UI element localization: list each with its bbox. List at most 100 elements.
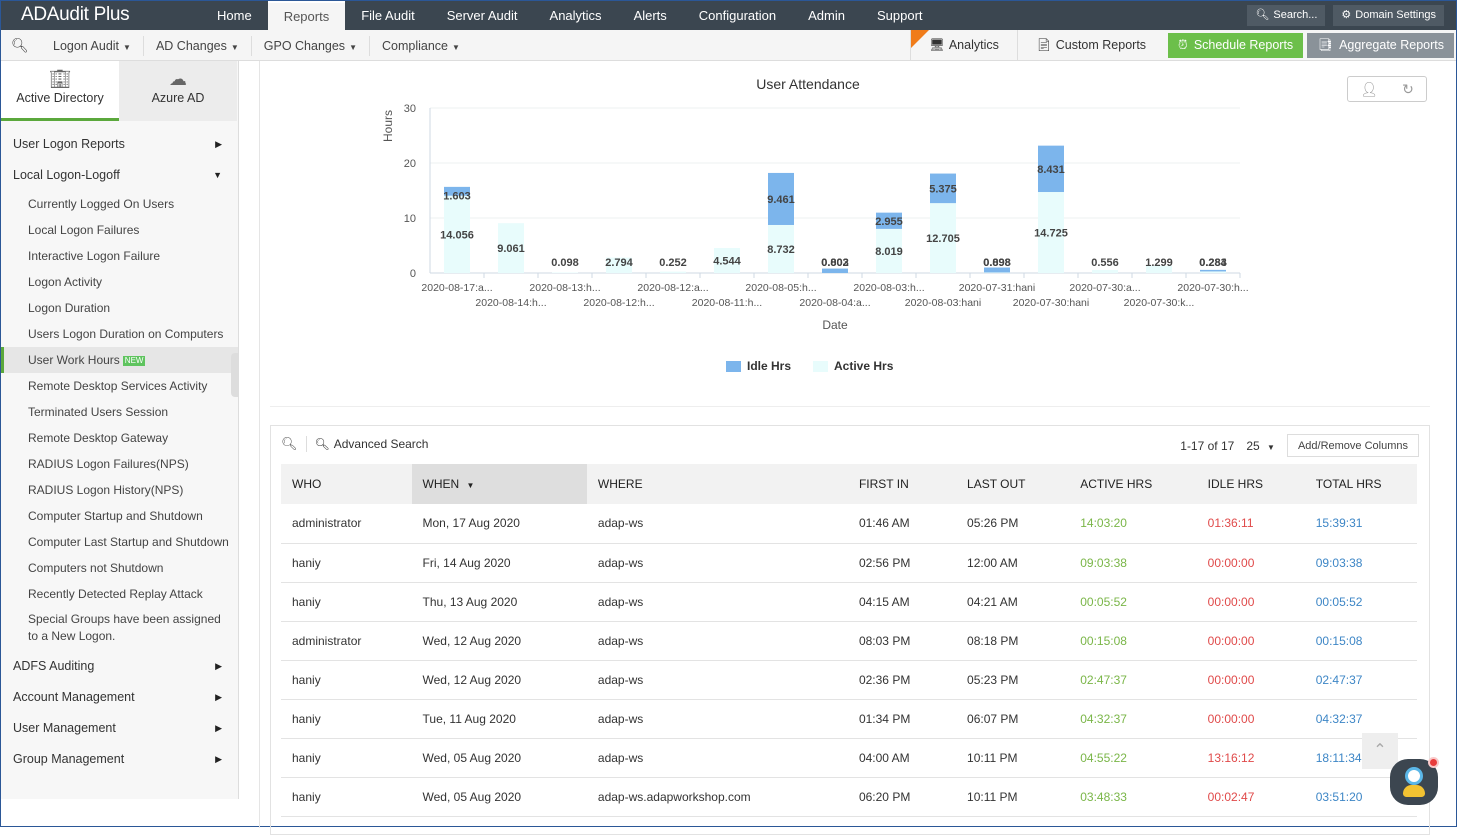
menu-compliance[interactable]: Compliance▼ (370, 36, 472, 56)
x-tick-label: 2020-08-17:a... (421, 282, 492, 294)
nav-tab-analytics[interactable]: Analytics (534, 1, 618, 30)
data-label-active: 14.056 (440, 229, 474, 241)
legend-item-active[interactable]: Active Hrs (813, 359, 893, 373)
x-tick-label: 2020-07-30:a... (1069, 282, 1140, 294)
sidebar-item-special-groups-have-been-assigned-to-a-new-logon[interactable]: Special Groups have been assigned to a N… (1, 607, 221, 651)
sidebar-item-remote-desktop-gateway[interactable]: Remote Desktop Gateway (1, 425, 238, 451)
nav-tab-home[interactable]: Home (201, 1, 268, 30)
nav-tab-support[interactable]: Support (861, 1, 939, 30)
sidebar: 🏢︎ Active Directory ☁ Azure AD User Logo… (1, 61, 239, 799)
nav-tab-file-audit[interactable]: File Audit (345, 1, 430, 30)
nav-tab-server-audit[interactable]: Server Audit (431, 1, 534, 30)
sidebar-item-logon-activity[interactable]: Logon Activity (1, 269, 238, 295)
table-row[interactable]: haniyTue, 11 Aug 2020adap-ws01:34 PM06:0… (281, 699, 1417, 738)
nav-tab-reports[interactable]: Reports (268, 1, 346, 30)
menu-ad-changes[interactable]: AD Changes▼ (144, 36, 252, 56)
aggregate-reports-button[interactable]: 📑︎ Aggregate Reports (1307, 33, 1454, 58)
cell-idle-hrs: 01:36:11 (1197, 504, 1305, 543)
cell-total-hrs: 00:05:52 (1305, 582, 1417, 621)
cell-active-hrs: 04:32:37 (1069, 699, 1196, 738)
analytics-link[interactable]: 🖥︎ Analytics (910, 30, 1017, 61)
new-ribbon-icon (911, 30, 929, 48)
gear-icon: ⚙ (1341, 5, 1351, 26)
custom-reports-link[interactable]: 📄︎ Custom Reports (1017, 30, 1164, 61)
data-label-active: 1.299 (1145, 257, 1173, 269)
column-header-when[interactable]: WHEN ▼ (412, 464, 587, 504)
column-header-first-in[interactable]: FIRST IN (848, 464, 956, 504)
user-filter-icon[interactable]: 👤︎ (1360, 81, 1378, 98)
legend-item-idle[interactable]: Idle Hrs (726, 359, 791, 373)
column-header-active-hrs[interactable]: ACTIVE HRS (1069, 464, 1196, 504)
nav-tab-alerts[interactable]: Alerts (618, 1, 683, 30)
app-logo[interactable]: ADAudit Plus (21, 4, 129, 26)
quick-search-icon[interactable]: 🔍︎ (281, 436, 307, 452)
sidebar-category-user-logon-reports[interactable]: User Logon Reports▶ (1, 129, 238, 160)
cell-idle-hrs: 00:02:47 (1197, 777, 1305, 816)
sidebar-item-radius-logon-failures-nps[interactable]: RADIUS Logon Failures(NPS) (1, 451, 238, 477)
table-row[interactable]: haniyWed, 05 Aug 2020adap-ws04:00 AM10:1… (281, 738, 1417, 777)
sidebar-item-computers-not-shutdown[interactable]: Computers not Shutdown (1, 555, 238, 581)
sidebar-item-interactive-logon-failure[interactable]: Interactive Logon Failure (1, 243, 238, 269)
sidebar-item-remote-desktop-services-activity[interactable]: Remote Desktop Services Activity (1, 373, 238, 399)
advanced-search-link[interactable]: Advanced Search (334, 437, 429, 451)
sidebar-item-recently-detected-replay-attack[interactable]: Recently Detected Replay Attack (1, 581, 238, 607)
page-size-select[interactable]: 25 ▼ (1246, 439, 1275, 453)
sidebar-item-terminated-users-session[interactable]: Terminated Users Session (1, 399, 238, 425)
caret-right-icon: ▶ (215, 713, 222, 744)
table-row[interactable]: administratorMon, 17 Aug 2020adap-ws01:4… (281, 504, 1417, 543)
global-search-button[interactable]: 🔍︎ Search... (1247, 5, 1325, 26)
column-header-where[interactable]: WHERE (587, 464, 848, 504)
table-row[interactable]: haniyWed, 12 Aug 2020adap-ws02:36 PM05:2… (281, 660, 1417, 699)
column-header-who[interactable]: WHO (281, 464, 412, 504)
tab-active-directory[interactable]: 🏢︎ Active Directory (1, 61, 119, 121)
sidebar-category-group-management[interactable]: Group Management▶ (1, 744, 238, 775)
sidebar-item-computer-last-startup-and-shutdown[interactable]: Computer Last Startup and Shutdown (1, 529, 238, 555)
chevron-down-icon: ▼ (452, 43, 460, 52)
column-header-last-out[interactable]: LAST OUT (956, 464, 1069, 504)
sidebar-category-user-management[interactable]: User Management▶ (1, 713, 238, 744)
cell-when: Mon, 17 Aug 2020 (412, 504, 587, 543)
column-header-total-hrs[interactable]: TOTAL HRS (1305, 464, 1417, 504)
data-label-active: 4.544 (713, 256, 741, 268)
add-remove-columns-button[interactable]: Add/Remove Columns (1287, 434, 1419, 457)
tab-azure-ad[interactable]: ☁ Azure AD (119, 61, 237, 121)
sidebar-category-local-logon-logoff[interactable]: Local Logon-Logoff▼ (1, 160, 238, 191)
chart-refresh-icon[interactable]: ↻ (1402, 81, 1414, 98)
scroll-to-top-button[interactable]: ⌃ (1362, 733, 1398, 769)
cell-where: adap-ws.adapworkshop.com (587, 777, 848, 816)
domain-settings-button[interactable]: ⚙ Domain Settings (1333, 5, 1444, 26)
sidebar-item-radius-logon-history-nps[interactable]: RADIUS Logon History(NPS) (1, 477, 238, 503)
caret-right-icon: ▶ (215, 682, 222, 713)
sidebar-item-computer-startup-and-shutdown[interactable]: Computer Startup and Shutdown (1, 503, 238, 529)
cell-last-out: 05:23 PM (956, 660, 1069, 699)
report-search-icon[interactable]: 🔍︎ (11, 37, 41, 54)
menu-gpo-changes[interactable]: GPO Changes▼ (252, 36, 370, 56)
bar-active (1092, 270, 1118, 273)
nav-tab-admin[interactable]: Admin (792, 1, 861, 30)
support-agent-icon (1405, 767, 1423, 785)
sidebar-collapse-handle[interactable] (231, 353, 239, 397)
menu-logon-audit[interactable]: Logon Audit▼ (41, 36, 144, 56)
cell-last-out: 05:26 PM (956, 504, 1069, 543)
sidebar-item-currently-logged-on-users[interactable]: Currently Logged On Users (1, 191, 238, 217)
advanced-search-icon[interactable]: 🔍︎ (315, 437, 330, 451)
sidebar-category-account-management[interactable]: Account Management▶ (1, 682, 238, 713)
data-label-active: 2.794 (605, 257, 633, 269)
table-row[interactable]: administratorWed, 12 Aug 2020adap-ws08:0… (281, 621, 1417, 660)
sidebar-item-local-logon-failures[interactable]: Local Logon Failures (1, 217, 238, 243)
schedule-reports-button[interactable]: ⏰︎ Schedule Reports (1168, 33, 1303, 58)
cell-last-out: 10:11 PM (956, 738, 1069, 777)
cell-where: adap-ws (587, 504, 848, 543)
cell-when: Wed, 12 Aug 2020 (412, 621, 587, 660)
table-row[interactable]: haniyFri, 14 Aug 2020adap-ws02:56 PM12:0… (281, 543, 1417, 582)
sidebar-item-users-logon-duration-on-computers[interactable]: Users Logon Duration on Computers (1, 321, 238, 347)
column-header-idle-hrs[interactable]: IDLE HRS (1197, 464, 1305, 504)
table-row[interactable]: haniyThu, 13 Aug 2020adap-ws04:15 AM04:2… (281, 582, 1417, 621)
sidebar-item-logon-duration[interactable]: Logon Duration (1, 295, 238, 321)
nav-tab-configuration[interactable]: Configuration (683, 1, 792, 30)
sidebar-item-user-work-hours[interactable]: User Work HoursNEW (1, 347, 238, 373)
chatbot-button[interactable] (1390, 759, 1438, 805)
sidebar-category-adfs-auditing[interactable]: ADFS Auditing▶ (1, 651, 238, 682)
table-row[interactable]: haniyWed, 05 Aug 2020adap-ws.adapworksho… (281, 777, 1417, 816)
y-tick-label: 10 (404, 213, 416, 225)
